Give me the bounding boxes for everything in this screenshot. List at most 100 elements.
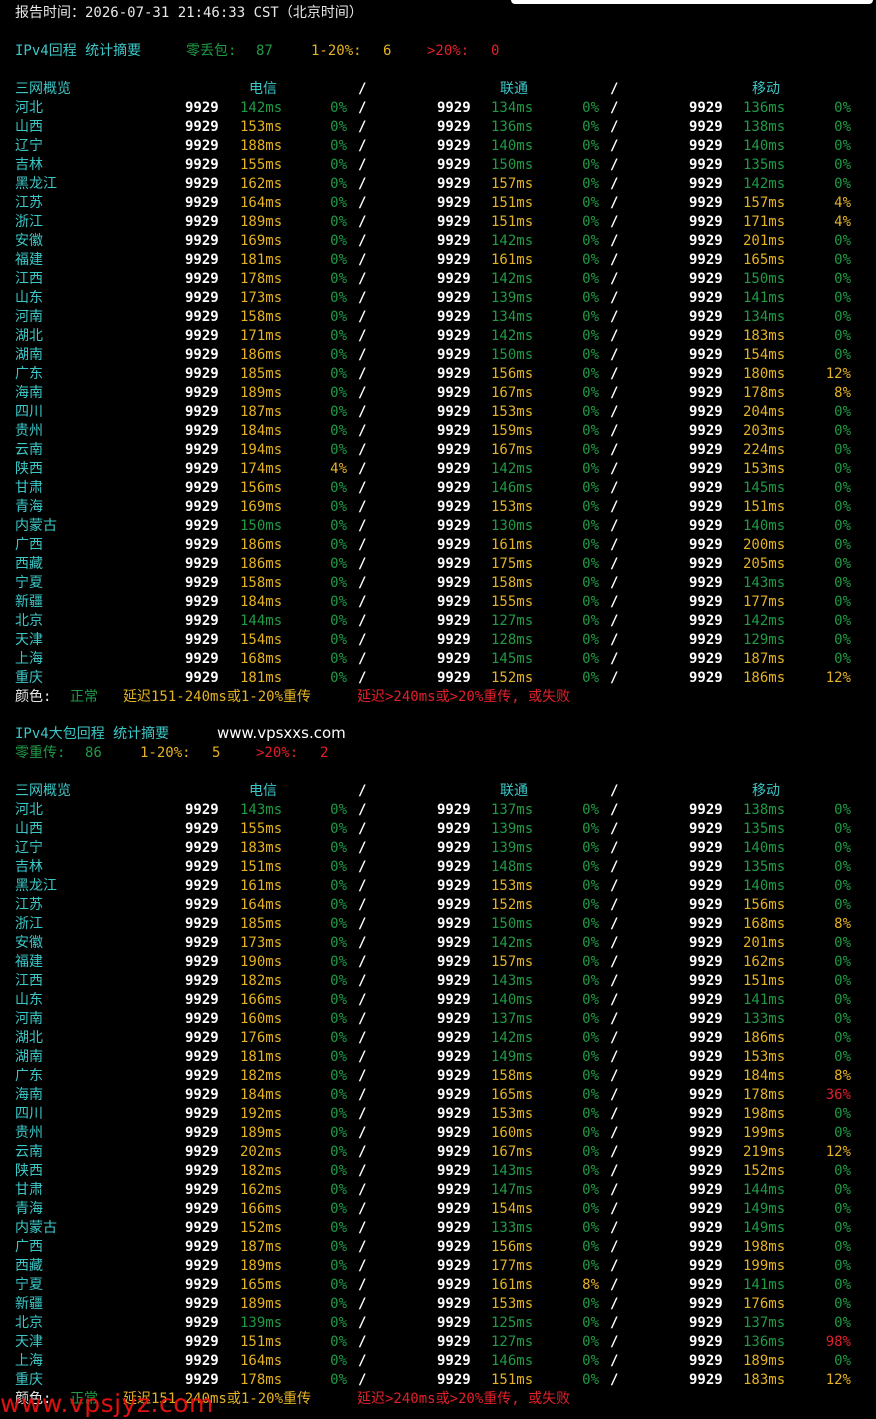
- loss-value: 98%: [825, 1334, 851, 1350]
- hop-count: 9929: [185, 1106, 219, 1122]
- hop-count: 9929: [185, 290, 219, 306]
- hop-count: 9929: [689, 670, 723, 686]
- separator: /: [610, 404, 619, 420]
- loss-value: 0%: [834, 632, 851, 648]
- loss-value: 0%: [834, 157, 851, 173]
- hop-count: 9929: [437, 897, 471, 913]
- separator: /: [610, 214, 619, 230]
- province-name: 福建: [15, 954, 43, 970]
- province-name: 甘肃: [15, 1182, 43, 1198]
- hop-count: 9929: [185, 214, 219, 230]
- table-row: 上海 9929 164ms 0%/9929 146ms 0%/9929 189ms 0%: [0, 1352, 876, 1371]
- province-name: 陕西: [15, 1163, 43, 1179]
- province-name: 安徽: [15, 935, 43, 951]
- loss-value: 0%: [330, 1030, 347, 1046]
- hop-count: 9929: [185, 518, 219, 534]
- section-title: IPv4大包回程 统计摘要: [15, 726, 170, 742]
- hop-count: 9929: [437, 1315, 471, 1331]
- report-time-line: 报告时间：2026-07-31 21:46:33 CST（北京时间）: [0, 4, 876, 23]
- loss-value: 0%: [330, 176, 347, 192]
- separator: /: [610, 1277, 619, 1293]
- table-row: 贵州 9929 189ms 0%/9929 160ms 0%/9929 199ms 0%: [0, 1124, 876, 1143]
- section-title: IPv4回程 统计摘要: [15, 43, 142, 59]
- loss-value: 0%: [834, 1030, 851, 1046]
- loss-value: 0%: [330, 271, 347, 287]
- loss-value: 0%: [834, 423, 851, 439]
- hop-count: 9929: [437, 138, 471, 154]
- table-row: 宁夏 9929 158ms 0%/9929 158ms 0%/9929 143ms 0%: [0, 574, 876, 593]
- hop-count: 9929: [689, 138, 723, 154]
- province-name: 天津: [15, 1334, 43, 1350]
- table-row: 广西 9929 187ms 0%/9929 156ms 0%/9929 198ms 0%: [0, 1238, 876, 1257]
- loss-value: 0%: [330, 100, 347, 116]
- separator: /: [610, 1163, 619, 1179]
- hop-count: 9929: [185, 1125, 219, 1141]
- hop-count: 9929: [185, 461, 219, 477]
- loss-value: 0%: [330, 840, 347, 856]
- loss-value: 0%: [834, 480, 851, 496]
- separator: /: [358, 1296, 367, 1312]
- province-name: 江苏: [15, 897, 43, 913]
- loss-value: 0%: [834, 973, 851, 989]
- overview-label: 三网概览: [15, 783, 71, 799]
- hop-count: 9929: [689, 442, 723, 458]
- separator: /: [610, 859, 619, 875]
- hop-count: 9929: [185, 271, 219, 287]
- hop-count: 9929: [185, 651, 219, 667]
- loss-value: 0%: [834, 290, 851, 306]
- province-name: 广东: [15, 366, 43, 382]
- table-row: 浙江 9929 185ms 0%/9929 150ms 0%/9929 168ms 8%: [0, 915, 876, 934]
- separator: /: [610, 119, 619, 135]
- overview-label: 三网概览: [15, 81, 71, 97]
- table-row: 安徽 9929 173ms 0%/9929 142ms 0%/9929 201ms 0%: [0, 934, 876, 953]
- hop-count: 9929: [689, 1315, 723, 1331]
- hop-count: 9929: [185, 233, 219, 249]
- province-name: 河南: [15, 1011, 43, 1027]
- separator: /: [610, 366, 619, 382]
- hop-count: 9929: [437, 1106, 471, 1122]
- separator: /: [610, 176, 619, 192]
- hop-count: 9929: [689, 1353, 723, 1369]
- province-name: 浙江: [15, 214, 43, 230]
- table-row: 福建 9929 181ms 0%/9929 161ms 0%/9929 165ms 0%: [0, 251, 876, 270]
- hop-count: 9929: [689, 537, 723, 553]
- separator: /: [610, 1372, 619, 1388]
- loss-value: 0%: [330, 916, 347, 932]
- loss-value: 0%: [582, 802, 599, 818]
- hop-count: 9929: [437, 859, 471, 875]
- separator: /: [358, 859, 367, 875]
- hop-count: 9929: [185, 1220, 219, 1236]
- hop-count: 9929: [437, 594, 471, 610]
- loss-value: 0%: [834, 518, 851, 534]
- loss-value: 0%: [582, 954, 599, 970]
- separator: /: [610, 1201, 619, 1217]
- table-row: 山东 9929 173ms 0%/9929 139ms 0%/9929 141ms 0%: [0, 289, 876, 308]
- loss-value: 0%: [330, 575, 347, 591]
- hop-count: 9929: [689, 954, 723, 970]
- separator: /: [610, 1353, 619, 1369]
- hop-count: 9929: [689, 176, 723, 192]
- table-row: 山西 9929 155ms 0%/9929 139ms 0%/9929 135ms 0%: [0, 820, 876, 839]
- legend-bad: 延迟>240ms或>20%重传, 或失败: [357, 689, 571, 705]
- separator: /: [358, 290, 367, 306]
- separator: /: [358, 1201, 367, 1217]
- loss-value: 0%: [582, 1030, 599, 1046]
- loss-value: 0%: [330, 613, 347, 629]
- hop-count: 9929: [689, 195, 723, 211]
- hop-count: 9929: [437, 442, 471, 458]
- separator: /: [358, 783, 367, 799]
- loss-value: 0%: [582, 1201, 599, 1217]
- province-name: 福建: [15, 252, 43, 268]
- loss-value: 0%: [330, 821, 347, 837]
- hop-count: 9929: [185, 119, 219, 135]
- hop-count: 9929: [185, 954, 219, 970]
- hop-count: 9929: [437, 309, 471, 325]
- loss-value: 0%: [834, 537, 851, 553]
- hop-count: 9929: [437, 404, 471, 420]
- loss-value: 0%: [330, 897, 347, 913]
- separator: /: [358, 252, 367, 268]
- loss-value: 0%: [330, 954, 347, 970]
- separator: /: [358, 119, 367, 135]
- province-name: 重庆: [15, 670, 43, 686]
- separator: /: [610, 1296, 619, 1312]
